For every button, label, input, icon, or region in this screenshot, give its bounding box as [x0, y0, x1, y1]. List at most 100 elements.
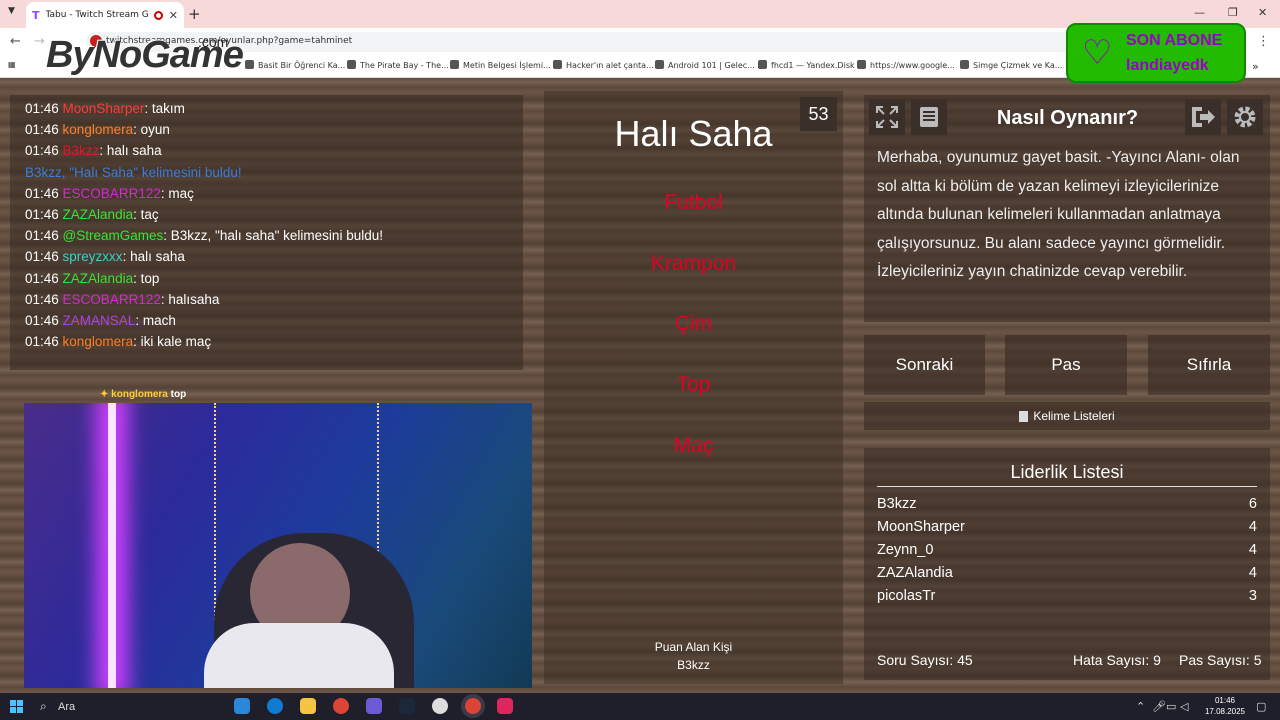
chat-text: : oyun	[133, 122, 170, 138]
tray-chevron-icon[interactable]: ⌃	[1136, 700, 1145, 713]
tiktok-icon[interactable]	[497, 698, 513, 714]
how-to-text: Merhaba, oyunumuz gayet basit. -Yayıncı …	[877, 149, 1240, 281]
chat-username: ESCOBARR122	[62, 185, 161, 201]
back-button[interactable]: ←	[10, 34, 21, 49]
bookmark-item[interactable]: Simge Çizmek ve Ka...	[960, 60, 1062, 70]
maximize-button[interactable]: ❐	[1228, 6, 1238, 19]
exit-icon	[1192, 107, 1215, 127]
fullscreen-icon	[876, 106, 898, 128]
chat-text: : halı saha	[122, 249, 185, 265]
chat-username: konglomera	[62, 122, 134, 138]
tab-list-icon[interactable]: ▼	[8, 6, 15, 16]
player-name: picolasTr	[877, 588, 936, 604]
document-icon	[1019, 410, 1029, 422]
player-score: 4	[1248, 565, 1257, 581]
edge-icon[interactable]	[267, 698, 283, 714]
bookmark-icon	[758, 60, 767, 69]
obs-icon[interactable]	[432, 698, 448, 714]
cam-label-user: konglomera	[111, 389, 168, 400]
network-icon[interactable]: ▭	[1166, 700, 1176, 713]
bookmark-label: Hacker'ın alet çanta...	[566, 61, 654, 70]
microphone-icon[interactable]: 🎤︎	[1152, 700, 1166, 713]
leaderboard-row: ZAZAlandia 4	[877, 565, 1257, 581]
player-score: 4	[1248, 542, 1257, 558]
chat-message: B3kzz, "Halı Saha" kelimesini buldu!	[25, 165, 242, 180]
bookmark-item[interactable]: https://www.google...	[857, 60, 955, 70]
taskbar-search[interactable]: ⌕ Ara	[32, 696, 222, 718]
file-explorer-icon[interactable]	[300, 698, 316, 714]
chat-text: : takım	[144, 101, 185, 116]
notifications-icon[interactable]: ▢	[1256, 700, 1266, 713]
bookmark-item[interactable]: fhcd1 — Yandex.Disk	[758, 60, 855, 70]
copilot-icon[interactable]	[234, 698, 250, 714]
apps-icon[interactable]: ▦	[8, 60, 16, 69]
settings-button[interactable]	[1227, 99, 1263, 135]
pass-count: Pas Sayısı: 5	[1179, 652, 1262, 668]
chrome-icon[interactable]	[333, 698, 349, 714]
forward-button[interactable]: →	[34, 34, 45, 49]
chat-message: 01:46 ZAZAlandia: top	[25, 271, 159, 286]
forbidden-word: Maç	[673, 434, 714, 457]
bookmark-icon	[450, 60, 459, 69]
player-name: B3kzz	[877, 496, 917, 512]
chat-username: @StreamGames	[62, 228, 164, 244]
chat-time: 01:46	[25, 270, 63, 286]
bookmark-item[interactable]: The Pirate Bay - The...	[347, 60, 449, 70]
cam-chat-label: ✦ konglomera top	[100, 389, 187, 400]
search-label: Ara	[58, 701, 76, 713]
forbidden-word: Futbol	[664, 191, 723, 214]
minimize-button[interactable]: —	[1194, 6, 1205, 19]
close-tab-icon[interactable]: ✕	[169, 9, 178, 22]
more-bookmarks-icon[interactable]: »	[1252, 60, 1259, 73]
volume-icon[interactable]: ◁	[1180, 700, 1188, 713]
bookmark-label: https://www.google...	[870, 61, 955, 70]
word-lists-label: Kelime Listeleri	[1033, 409, 1115, 423]
chat-time: 01:46	[25, 122, 63, 138]
bookmark-item[interactable]: Metin Belgesi İşlemi...	[450, 60, 551, 70]
bookmark-icon	[347, 60, 356, 69]
target-word: Halı Saha	[614, 113, 773, 154]
chat-time: 01:46	[25, 228, 63, 244]
bookmark-item[interactable]: Hacker'ın alet çanta...	[553, 60, 654, 70]
bookmark-item[interactable]: Basit Bir Öğrenci Ka...	[245, 60, 345, 70]
leaderboard-row: MoonSharper 4	[877, 519, 1257, 535]
chat-username: B3kzz	[62, 143, 100, 159]
discord-icon[interactable]	[366, 698, 382, 714]
chrome-active-icon[interactable]	[465, 698, 481, 714]
sub-name: landiayedk	[1126, 57, 1209, 74]
chat-message: 01:46 spreyzxxx: halı saha	[25, 249, 185, 264]
next-button[interactable]: Sonraki	[864, 335, 985, 395]
bookmark-item[interactable]: Android 101 | Gelec...	[655, 60, 755, 70]
chat-message: 01:46 konglomera: oyun	[25, 122, 170, 137]
bookmark-label: Android 101 | Gelec...	[668, 61, 755, 70]
steam-icon[interactable]	[399, 698, 415, 714]
bookmark-icon	[960, 60, 969, 69]
chat-message: 01:46 ZAMANSAL: mach	[25, 313, 176, 328]
chat-message: 01:46 ESCOBARR122: halısaha	[25, 292, 219, 307]
chat-username: spreyzxxx	[62, 249, 123, 265]
chat-message: 01:46 ESCOBARR122: maç	[25, 186, 194, 201]
bookmark-icon	[857, 60, 866, 69]
streamer-shirt	[204, 623, 394, 688]
chat-message: 01:46 B3kzz: halı saha	[25, 143, 162, 158]
chat-username: konglomera	[62, 334, 134, 350]
notes-button[interactable]	[911, 99, 947, 135]
chat-text: : top	[133, 270, 160, 286]
close-window-button[interactable]: ✕	[1258, 6, 1267, 19]
exit-button[interactable]	[1185, 99, 1221, 135]
chat-text: : mach	[135, 313, 176, 328]
windows-start-icon[interactable]	[10, 700, 23, 713]
fullscreen-button[interactable]	[869, 99, 905, 135]
chat-time: 01:46	[25, 249, 63, 265]
chat-username: ZAMANSAL	[62, 313, 136, 328]
taskbar-clock[interactable]: 01:46 17.08.2025	[1200, 695, 1250, 717]
tab-title: Tabu - Twitch Stream Game	[45, 10, 148, 20]
reset-button[interactable]: Sıfırla	[1148, 335, 1270, 395]
bookmark-label: Simge Çizmek ve Ka...	[973, 61, 1063, 70]
pass-button[interactable]: Pas	[1005, 335, 1127, 395]
new-tab-button[interactable]: +	[188, 5, 201, 23]
menu-icon[interactable]: ⋮	[1257, 34, 1270, 49]
word-lists-button[interactable]: Kelime Listeleri	[864, 402, 1270, 430]
leaderboard-row: Zeynn_0 4	[877, 542, 1257, 558]
tab-tabu[interactable]: T Tabu - Twitch Stream Game ✕	[26, 2, 184, 28]
